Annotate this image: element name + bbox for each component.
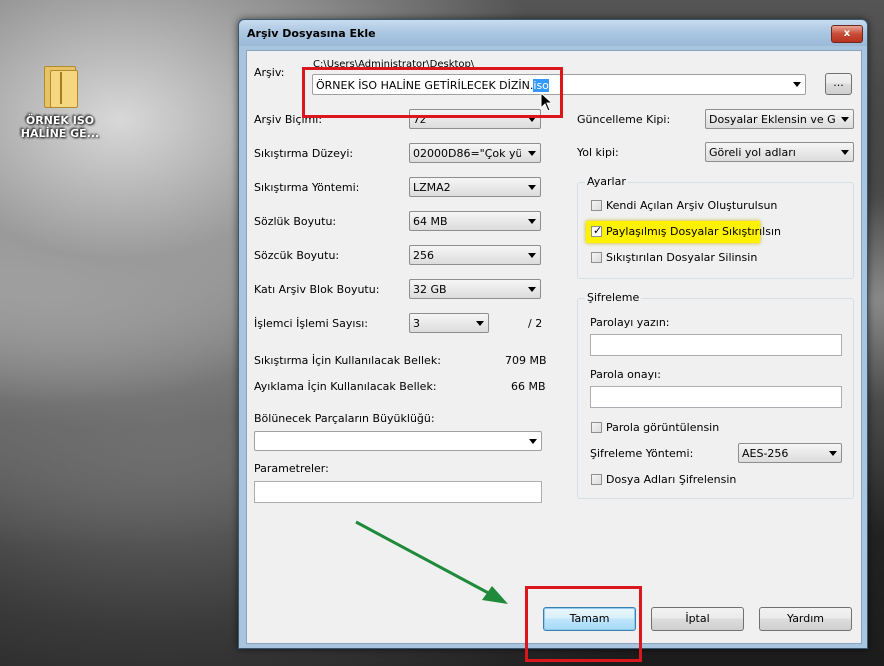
mouse-cursor-icon [540, 92, 554, 112]
annotation-green-arrow [355, 520, 508, 604]
